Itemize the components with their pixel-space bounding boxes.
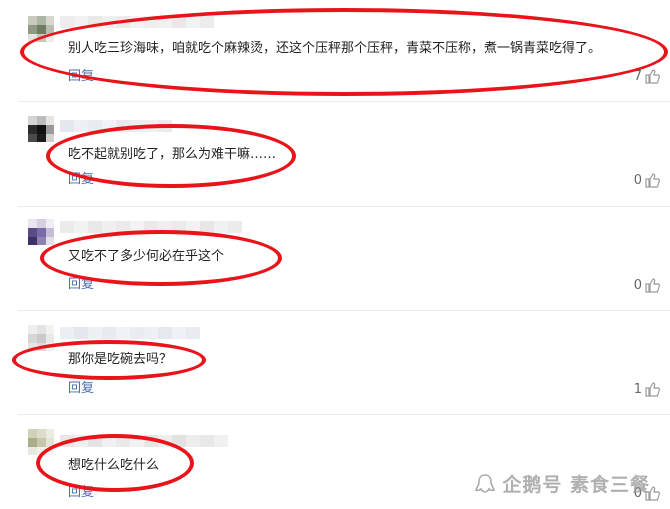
comment-item: 别人吃三珍海味，咱就吃个麻辣烫，还这个压秤那个压秤，青菜不压称，煮一锅青菜吃得了… [0, 0, 670, 100]
like-button[interactable]: 0 [634, 277, 660, 293]
like-count: 7 [633, 68, 642, 84]
watermark: 企鹅号 素食三餐 [474, 470, 650, 497]
comment-text: 那你是吃碗去吗？ [68, 352, 173, 367]
username-blurred [60, 435, 228, 447]
username-blurred [60, 16, 214, 28]
reply-link[interactable]: 回复 [68, 277, 94, 293]
thumbs-up-icon [645, 69, 660, 84]
reply-link[interactable]: 回复 [68, 381, 94, 397]
comment-item: 那你是吃碗去吗？ 回复 1 [0, 311, 670, 414]
comment-item: 吃不起就别吃了，那么为难干嘛…… 回复 0 [0, 102, 670, 206]
comment-item: 又吃不了多少何必在乎这个 回复 0 [0, 207, 670, 310]
comment-text: 吃不起就别吃了，那么为难干嘛…… [68, 147, 277, 162]
comment-text: 想吃什么吃什么 [68, 458, 160, 473]
username-blurred [60, 221, 242, 233]
like-count: 0 [633, 172, 642, 188]
comment-text: 又吃不了多少何必在乎这个 [68, 249, 225, 264]
reply-link[interactable]: 回复 [68, 69, 94, 85]
avatar[interactable] [28, 16, 54, 42]
comment-text: 别人吃三珍海味，咱就吃个麻辣烫，还这个压秤那个压秤，青菜不压称，煮一锅青菜吃得了… [68, 41, 602, 56]
reply-link[interactable]: 回复 [68, 485, 94, 501]
like-count: 0 [633, 277, 642, 293]
like-button[interactable]: 0 [634, 172, 660, 188]
penguin-logo-icon [475, 473, 496, 493]
thumbs-up-icon [645, 382, 660, 397]
watermark-text: 企鹅号 素食三餐 [502, 474, 650, 496]
like-button[interactable]: 7 [634, 68, 660, 84]
thumbs-up-icon [645, 278, 660, 293]
avatar[interactable] [28, 116, 54, 142]
avatar[interactable] [28, 429, 54, 455]
username-blurred [60, 327, 200, 339]
reply-link[interactable]: 回复 [68, 172, 94, 188]
avatar[interactable] [28, 219, 54, 245]
thumbs-up-icon [645, 173, 660, 188]
username-blurred [60, 120, 172, 132]
avatar[interactable] [28, 325, 54, 351]
like-button[interactable]: 1 [634, 381, 660, 397]
like-count: 1 [633, 381, 642, 397]
